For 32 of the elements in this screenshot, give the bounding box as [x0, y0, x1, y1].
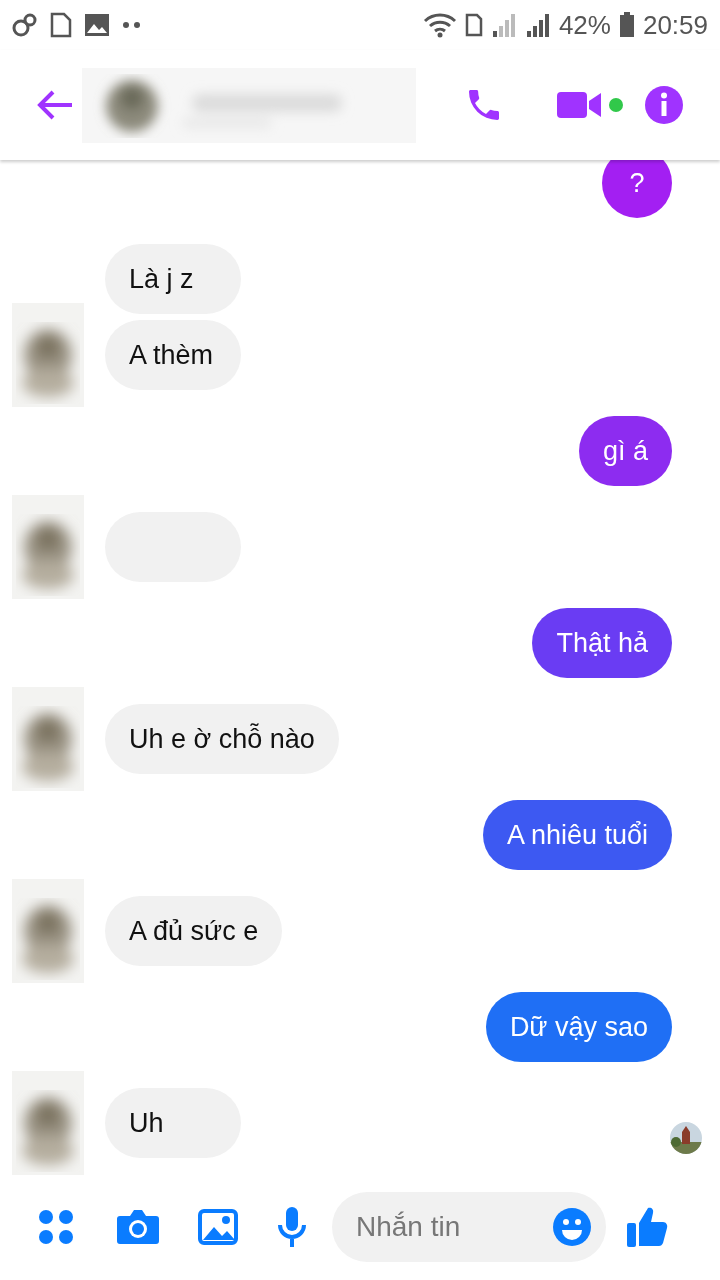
received-message: Là j z [105, 244, 241, 314]
more-icon [122, 21, 142, 29]
received-message: Uh [105, 1088, 241, 1158]
thumbs-up-icon[interactable] [626, 1205, 668, 1249]
battery-icon [618, 12, 635, 38]
image-icon[interactable] [198, 1209, 238, 1245]
link-icon [12, 12, 38, 38]
clock: 20:59 [642, 8, 708, 42]
received-message: A thèm [105, 320, 241, 390]
sent-message: A nhiêu tuổi [482, 800, 672, 870]
signal-icon [490, 13, 517, 37]
file-icon [50, 12, 72, 38]
wifi-icon [422, 12, 457, 38]
message-field[interactable]: Nhắn tin [332, 1192, 606, 1262]
apps-icon[interactable] [36, 1207, 76, 1247]
info-icon[interactable] [644, 85, 684, 125]
back-arrow-icon[interactable] [36, 89, 74, 121]
sent-message: Dữ vậy sao [485, 992, 672, 1062]
signal-icon [524, 13, 551, 37]
received-message: A đủ sức e [105, 896, 283, 966]
online-dot-icon [608, 97, 624, 113]
image-icon [84, 13, 110, 37]
video-camera-icon[interactable] [556, 89, 604, 121]
sim-icon [464, 13, 483, 37]
sent-message: ? [602, 160, 672, 218]
camera-icon[interactable] [116, 1208, 160, 1246]
battery-percent: 42% [558, 8, 611, 42]
sent-message: gì á [578, 416, 672, 486]
sent-message: Thật hả [532, 608, 672, 678]
received-message: Uh e ờ chỗ nào [105, 704, 339, 774]
microphone-icon[interactable] [276, 1205, 308, 1249]
emoji-icon[interactable] [552, 1207, 592, 1247]
